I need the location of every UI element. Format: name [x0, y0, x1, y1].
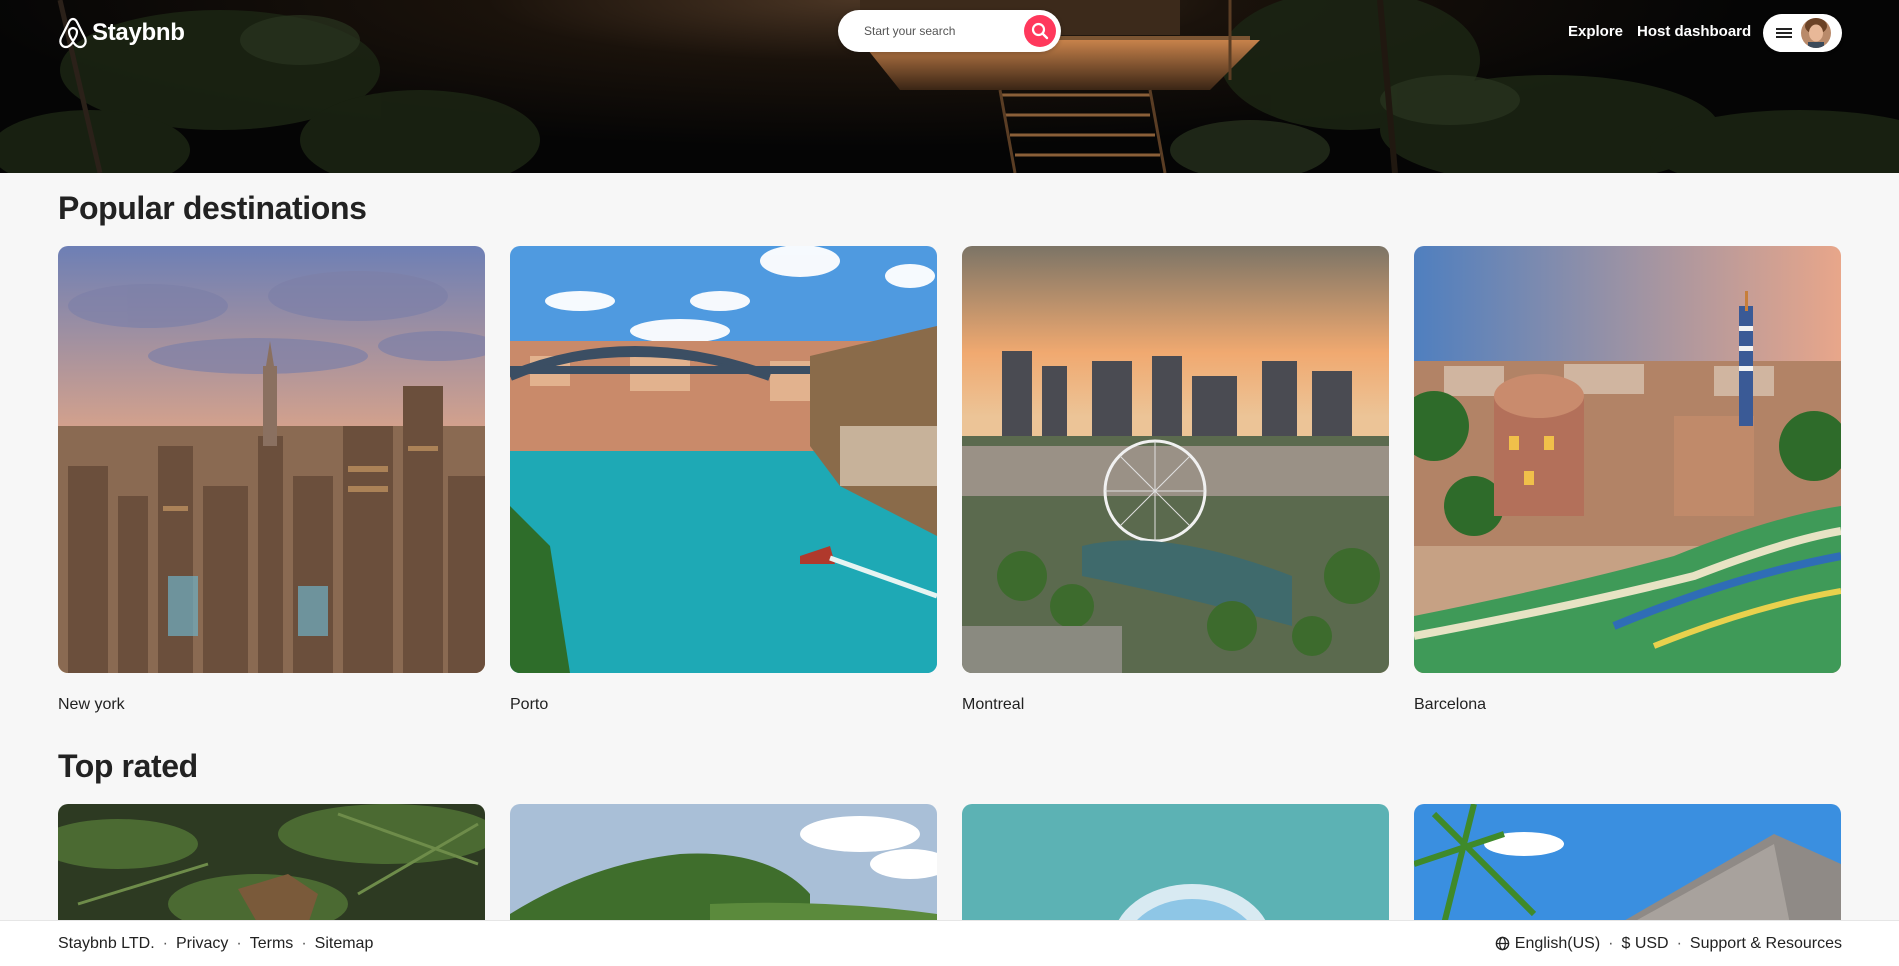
staybnb-logo-icon — [59, 17, 87, 49]
destination-card-montreal[interactable]: Montreal — [962, 246, 1389, 714]
language-label: English(US) — [1514, 934, 1601, 952]
brand-logo[interactable]: Staybnb — [58, 16, 185, 50]
footer-link-sitemap[interactable]: Sitemap — [315, 935, 374, 953]
language-selector[interactable]: English(US) — [1495, 935, 1600, 953]
footer-separator: · — [301, 934, 307, 952]
site-footer: Staybnb LTD. · Privacy · Terms · Sitemap… — [0, 920, 1899, 966]
destination-card-barcelona[interactable]: Barcelona — [1414, 246, 1841, 714]
nav-explore[interactable]: Explore — [1568, 23, 1623, 40]
destination-card-new-york[interactable]: New york — [58, 246, 485, 714]
hero-header: Staybnb Explore Host dashboard — [0, 0, 1899, 173]
brand-name: Staybnb — [92, 19, 185, 46]
top-rated-heading: Top rated — [58, 748, 198, 784]
avatar — [1801, 18, 1831, 48]
destination-image-new-york — [58, 246, 485, 673]
footer-link-terms[interactable]: Terms — [250, 935, 294, 953]
destination-label: Porto — [510, 696, 549, 713]
destination-label: Montreal — [962, 696, 1025, 713]
hamburger-menu-icon — [1776, 28, 1792, 38]
user-menu-button[interactable] — [1763, 14, 1842, 52]
destination-image-barcelona — [1414, 246, 1841, 673]
nav-host-dashboard[interactable]: Host dashboard — [1637, 23, 1751, 40]
footer-separator: · — [236, 934, 242, 952]
popular-destinations-heading: Popular destinations — [58, 190, 367, 226]
search-input[interactable] — [864, 24, 1014, 38]
destination-image-montreal — [962, 246, 1389, 673]
destination-image-porto — [510, 246, 937, 673]
footer-separator: · — [1608, 934, 1614, 952]
search-icon — [1031, 22, 1049, 40]
footer-separator: · — [1676, 934, 1682, 952]
currency-selector[interactable]: $ USD — [1621, 935, 1668, 953]
search-bar[interactable] — [838, 10, 1061, 52]
globe-icon — [1495, 936, 1510, 951]
footer-separator: · — [162, 934, 168, 952]
support-resources-link[interactable]: Support & Resources — [1690, 935, 1842, 953]
destination-label: New york — [58, 696, 125, 713]
footer-link-privacy[interactable]: Privacy — [176, 935, 228, 953]
search-button[interactable] — [1024, 15, 1056, 47]
destination-label: Barcelona — [1414, 696, 1487, 713]
destination-card-porto[interactable]: Porto — [510, 246, 937, 714]
footer-company: Staybnb LTD. — [58, 934, 155, 952]
